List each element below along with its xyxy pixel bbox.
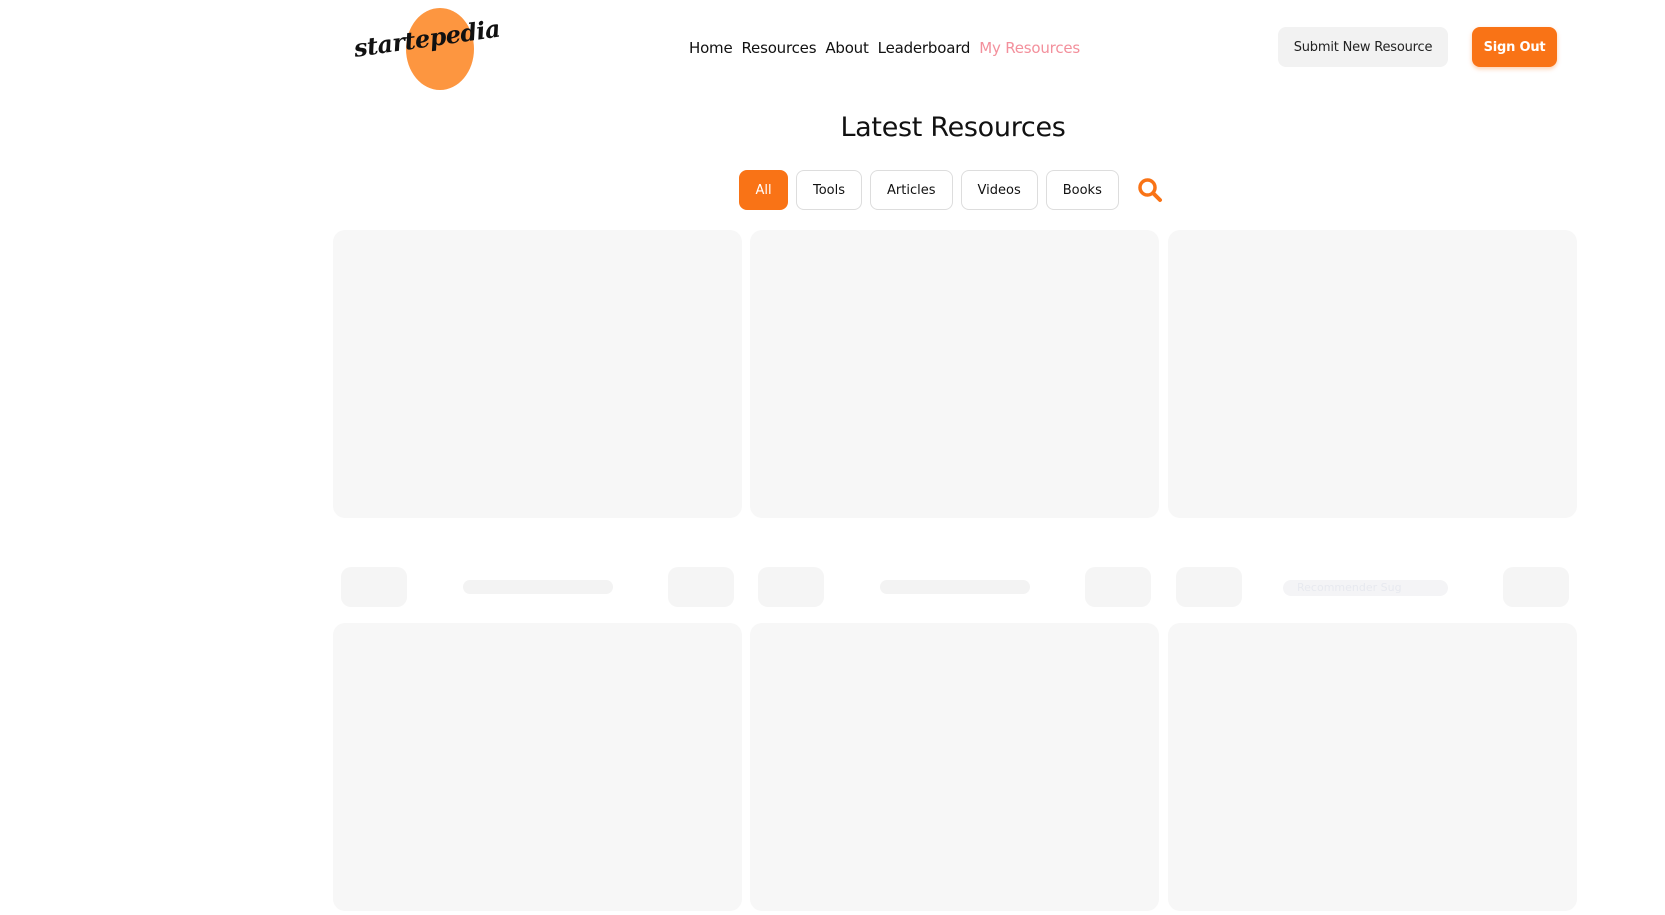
nav-home[interactable]: Home [689, 39, 733, 57]
skeleton-pill [758, 567, 824, 607]
skeleton-pill [341, 567, 407, 607]
resource-card-skeleton [1168, 230, 1577, 518]
resource-card-skeleton [333, 230, 742, 518]
skeleton-pill [668, 567, 734, 607]
resource-card-skeleton [750, 230, 1159, 518]
skeleton-bar [463, 580, 613, 594]
nav-leaderboard[interactable]: Leaderboard [878, 39, 971, 57]
filter-videos-button[interactable]: Videos [960, 170, 1038, 210]
main-nav: Home Resources About Leaderboard My Reso… [689, 36, 1080, 60]
nav-resources[interactable]: Resources [742, 39, 817, 57]
card-footer-skeleton [750, 567, 1159, 607]
search-icon[interactable] [1135, 175, 1165, 205]
nav-my-resources[interactable]: My Resources [979, 39, 1080, 57]
resource-card-skeleton [750, 623, 1159, 911]
filter-books-button[interactable]: Books [1045, 170, 1119, 210]
card-footer-skeleton [333, 567, 742, 607]
skeleton-bar [880, 580, 1030, 594]
skeleton-pill [1085, 567, 1151, 607]
filter-articles-button[interactable]: Articles [870, 170, 953, 210]
filter-all-button[interactable]: All [739, 170, 788, 210]
submit-new-resource-button[interactable]: Submit New Resource [1278, 27, 1448, 67]
sign-out-button[interactable]: Sign Out [1472, 27, 1557, 67]
nav-about[interactable]: About [825, 39, 869, 57]
page-title: Latest Resources [840, 112, 1066, 143]
card-footer-skeleton: Recommender Sug [1168, 567, 1577, 607]
filter-tools-button[interactable]: Tools [796, 170, 863, 210]
page: startepedia Home Resources About Leaderb… [0, 0, 1665, 915]
brand-logo[interactable]: startepedia [350, 8, 502, 92]
filter-bar: All Tools Articles Videos Books [739, 170, 1165, 210]
skeleton-bar-text: Recommender Sug [1283, 580, 1448, 596]
skeleton-pill [1503, 567, 1569, 607]
skeleton-pill [1176, 567, 1242, 607]
resource-card-skeleton [333, 623, 742, 911]
resource-card-skeleton [1168, 623, 1577, 911]
